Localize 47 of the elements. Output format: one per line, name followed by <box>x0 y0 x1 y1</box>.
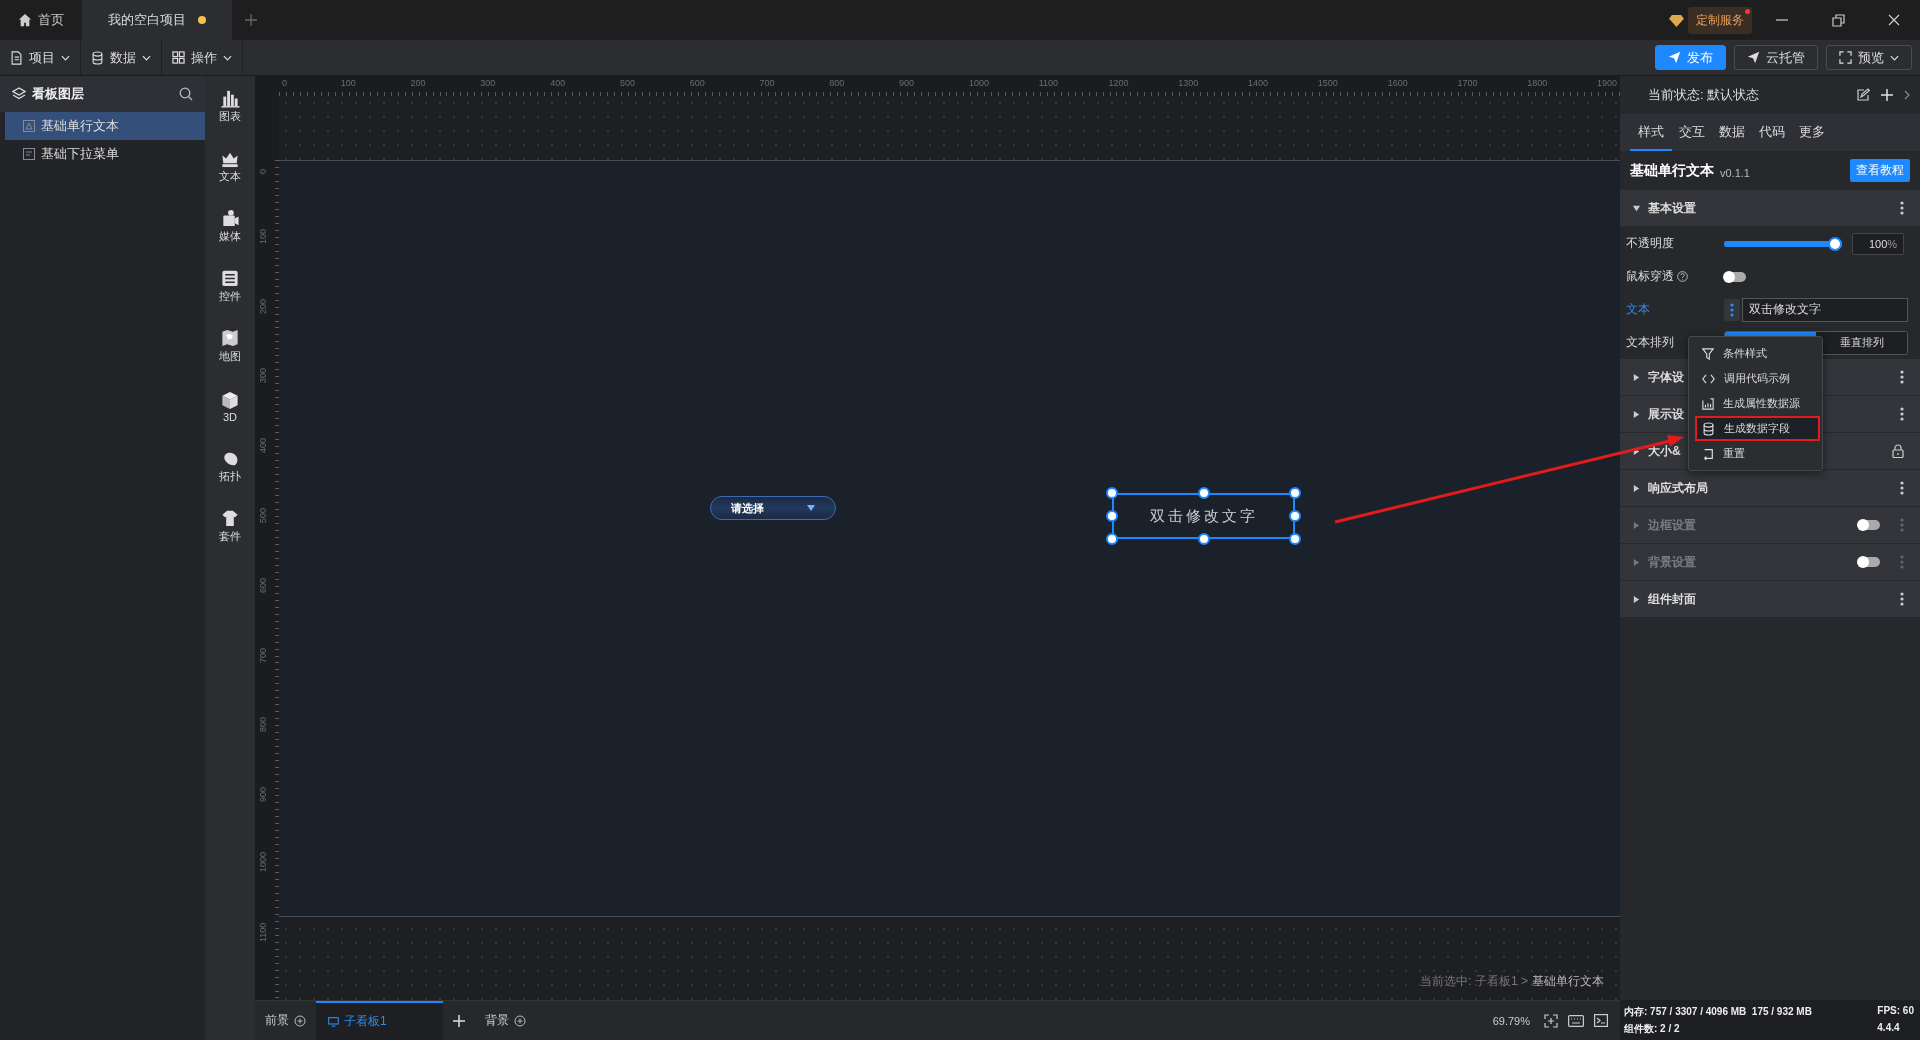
ruler-label: 0 <box>282 78 287 88</box>
ruler-label: 500 <box>619 78 635 88</box>
ruler-label: 700 <box>759 78 775 88</box>
ruler-label: 1000 <box>258 851 268 872</box>
fps-stat: FPS: 60 <box>1877 1004 1914 1018</box>
ruler-label: 900 <box>899 78 915 88</box>
memory-stat: 内存: 757 / 3307 / 4096 MB 175 / 932 MB <box>1624 1004 1813 1019</box>
field-label: 文本排列 <box>1626 334 1675 351</box>
ruler-label: 1500 <box>1317 78 1338 88</box>
ruler-label: 700 <box>258 647 268 663</box>
state-label: 当前状态: 默认状态 <box>1648 86 1761 104</box>
version-label: v0.1.1 <box>1720 165 1751 179</box>
ruler-label: 1000 <box>968 78 989 88</box>
panel-title: 看板图层 <box>32 85 85 103</box>
ruler-label: 300 <box>480 78 496 88</box>
ruler-label: 1100 <box>1038 78 1059 88</box>
ruler-label: 800 <box>258 717 268 733</box>
component-name: 基础单行文本 <box>1630 161 1714 180</box>
ruler-label: 1400 <box>1248 78 1269 88</box>
ruler-label: 300 <box>258 368 268 384</box>
ruler-label: 400 <box>258 438 268 454</box>
field-label: 文本 <box>1626 301 1651 318</box>
ruler-label: 600 <box>258 577 268 593</box>
ruler-label: 1700 <box>1457 78 1478 88</box>
ruler-label: 200 <box>410 78 426 88</box>
ruler-label: 100 <box>258 228 268 244</box>
field-label: 不透明度 <box>1626 235 1675 252</box>
ruler-label: 100 <box>340 78 356 88</box>
ruler-label: 1600 <box>1387 78 1408 88</box>
ruler-label: 400 <box>550 78 566 88</box>
zoom-level: 69.79% <box>1492 1014 1530 1027</box>
selection-path: 当前选中: 子看板1 > <box>1420 973 1528 990</box>
ruler-label: 1800 <box>1527 78 1548 88</box>
ruler-label: 800 <box>829 78 845 88</box>
ruler-label: 600 <box>689 78 705 88</box>
version-label: 4.4.4 <box>1877 1021 1901 1035</box>
ruler-label: 200 <box>258 298 268 314</box>
field-label: 鼠标穿透 <box>1626 268 1674 285</box>
ruler-label: 500 <box>258 507 268 523</box>
ruler-label: 1200 <box>1108 78 1129 88</box>
component-count: 组件数: 2 / 2 <box>1624 1021 1681 1036</box>
ruler-label: 0 <box>258 169 268 174</box>
ruler-label: 1300 <box>1178 78 1199 88</box>
ruler-label: 1100 <box>258 922 268 942</box>
selection-current: 基础单行文本 <box>1532 973 1604 990</box>
ruler-label: 1900 <box>1597 78 1618 88</box>
ruler-label: 900 <box>258 787 268 803</box>
